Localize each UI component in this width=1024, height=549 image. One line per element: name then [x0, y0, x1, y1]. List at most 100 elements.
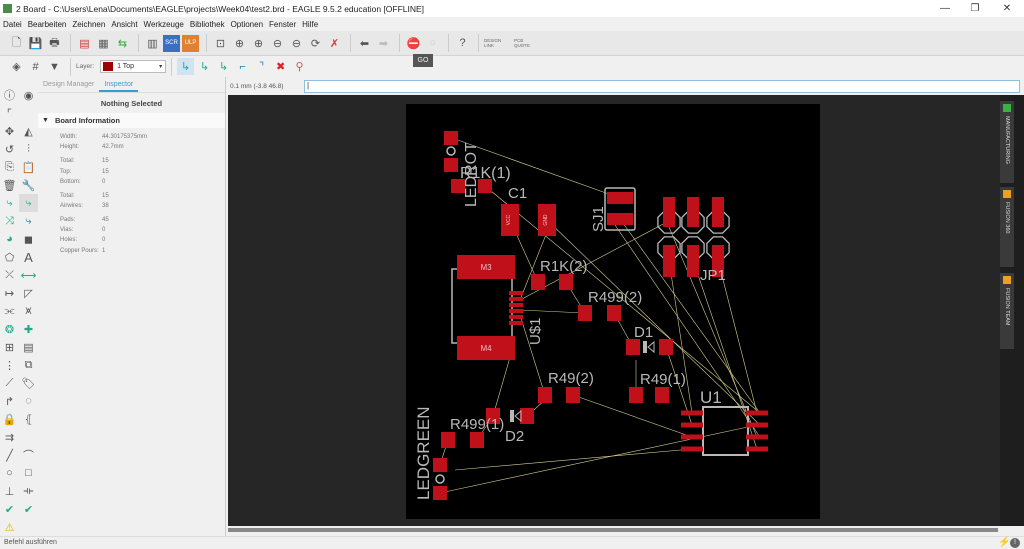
cancel-icon[interactable]: ✗ — [326, 35, 343, 52]
mirror-icon[interactable]: ◭ — [19, 122, 38, 140]
smash-icon[interactable]: ⋮ — [0, 356, 19, 374]
line-icon[interactable]: ╱ — [0, 446, 19, 464]
meander-icon[interactable]: ⫘ — [0, 302, 19, 320]
add-icon[interactable]: ✚ — [19, 320, 38, 338]
align-icon[interactable]: ⫶ — [19, 140, 38, 158]
design-link-button[interactable]: DESIGN LINK — [484, 38, 508, 48]
tab-design-manager[interactable]: Design Manager — [38, 77, 99, 92]
close-button[interactable]: ✕ — [992, 0, 1022, 17]
wire-bend-icon[interactable]: ↳ — [177, 58, 195, 75]
autorouter-icon[interactable]: ◕ — [0, 230, 19, 248]
replace-icon[interactable]: ⊞ — [0, 338, 19, 356]
arc-tool-icon[interactable]: ↦ — [0, 284, 19, 302]
delete-icon[interactable]: ✖ — [272, 58, 289, 75]
measure-icon[interactable]: ⟛ — [19, 482, 38, 500]
menu-hilfe[interactable]: Hilfe — [302, 20, 318, 29]
length-icon[interactable]: ⩙ — [19, 302, 38, 320]
menu-ansicht[interactable]: Ansicht — [111, 20, 137, 29]
arc-icon[interactable]: ⌒ — [19, 446, 38, 464]
save-icon[interactable]: 💾 — [27, 35, 44, 52]
info-icon[interactable]: ⓘ — [0, 86, 19, 104]
dimension-icon[interactable]: ⊥ — [0, 482, 19, 500]
route-diff-icon[interactable]: ↱ — [0, 392, 19, 410]
board-canvas[interactable]: VCC GND M3 M4 LEDROT R1K(1) C1 SJ1 JP1 R1K(2) U$1 R… — [228, 95, 1000, 526]
circle-icon[interactable]: ○ — [0, 464, 19, 482]
wire-bend3-icon[interactable]: ↳ — [215, 58, 232, 75]
tab-inspector[interactable]: Inspector — [99, 77, 139, 92]
scr-icon[interactable]: SCR — [163, 34, 180, 52]
show-icon[interactable]: ◉ — [19, 86, 38, 104]
minimize-button[interactable]: — — [930, 0, 960, 17]
copy-icon[interactable]: ⎘ — [0, 158, 19, 176]
group-icon[interactable]: ❂ — [0, 320, 19, 338]
zoom-in-icon[interactable]: ⊕ — [231, 35, 248, 52]
split-icon[interactable]: ⤨ — [0, 212, 19, 230]
optimize-icon[interactable]: ⤷ — [19, 212, 38, 230]
rectangle-icon[interactable]: □ — [19, 464, 38, 482]
erc-icon[interactable]: ✔ — [19, 500, 38, 518]
undo-icon[interactable]: ⬅ — [356, 35, 373, 52]
redraw-icon[interactable]: ⟳ — [307, 35, 324, 52]
zoom-select-icon[interactable]: ⊖ — [288, 35, 305, 52]
mark-icon[interactable]: ⌜ — [0, 104, 19, 122]
layer-settings-icon[interactable]: ◈ — [8, 58, 25, 75]
menu-optionen[interactable]: Optionen — [231, 20, 263, 29]
menu-bearbeiten[interactable]: Bearbeiten — [28, 20, 67, 29]
maximize-button[interactable]: ❐ — [960, 0, 990, 17]
text-icon[interactable]: A — [19, 248, 38, 266]
go-icon[interactable]: ○ — [424, 35, 441, 52]
info-status-icon[interactable]: ! — [1010, 538, 1020, 548]
paste-icon[interactable]: 📋 — [19, 158, 38, 176]
change-icon[interactable]: ▤ — [19, 338, 38, 356]
attribute-icon[interactable]: ⇉ — [0, 428, 19, 446]
wire-bend5-icon[interactable]: ⌝ — [253, 58, 270, 75]
warning-icon[interactable]: ⚠ — [0, 518, 19, 536]
wire-tool-icon[interactable]: ⟷ — [19, 266, 38, 284]
grid-icon[interactable]: # — [27, 58, 44, 75]
menu-bibliothek[interactable]: Bibliothek — [190, 20, 225, 29]
horizontal-scrollbar[interactable] — [228, 528, 998, 532]
bracket-icon[interactable]: ⦃ — [19, 410, 38, 428]
schematic-icon[interactable]: ▦ — [95, 35, 112, 52]
ulp-icon[interactable]: ULP — [182, 34, 199, 52]
redo-icon[interactable]: ➡ — [375, 35, 392, 52]
polygon-icon[interactable]: ⬠ — [0, 248, 19, 266]
ripup-icon[interactable]: ⤷ — [19, 194, 38, 212]
filter-icon[interactable]: ▼ — [46, 58, 63, 75]
name-icon[interactable]: ⧉ — [19, 356, 38, 374]
wire-bend4-icon[interactable]: ⌐ — [234, 58, 251, 75]
ratsnest-icon[interactable]: ⟋ — [0, 374, 19, 392]
tab-fusion-team[interactable]: FUSION TEAM — [1000, 273, 1014, 349]
rotate-icon[interactable]: ↺ — [0, 140, 19, 158]
delete-tool-icon[interactable]: 🗑 — [0, 176, 19, 194]
zoom-fit-icon[interactable]: ⊡ — [212, 35, 229, 52]
via-icon[interactable]: ◼ — [19, 230, 38, 248]
tag-icon[interactable]: 🏷 — [19, 374, 38, 392]
lock-icon[interactable]: 🔒 — [0, 410, 19, 428]
menu-zeichnen[interactable]: Zeichnen — [72, 20, 105, 29]
pcb-drawing[interactable]: VCC GNDM3M4LEDROTR1K(1)C1SJ1JP1R1K(2)U$1R… — [228, 95, 1000, 526]
cam-icon[interactable]: ▤ — [76, 35, 93, 52]
open-icon[interactable]: 🗋 — [8, 35, 25, 52]
board-switch-icon[interactable]: ⇆ — [114, 35, 131, 52]
move-icon[interactable]: ✥ — [0, 122, 19, 140]
route-icon[interactable]: ⚲ — [291, 58, 308, 75]
help-icon[interactable]: ? — [454, 35, 471, 52]
signal-icon[interactable]: ⤫ — [0, 266, 19, 284]
menu-werkzeuge[interactable]: Werkzeuge — [144, 20, 184, 29]
drc-icon[interactable]: ✔ — [0, 500, 19, 518]
miter-icon[interactable]: ◸ — [19, 284, 38, 302]
zoom-in2-icon[interactable]: ⊕ — [250, 35, 267, 52]
layer-select[interactable]: 1 Top ▾ — [100, 60, 167, 73]
zoom-out-icon[interactable]: ⊖ — [269, 35, 286, 52]
pcb-quote-button[interactable]: PCB QUOTE — [514, 38, 536, 48]
ring-icon[interactable]: ◌ — [19, 392, 38, 410]
wire-bend2-icon[interactable]: ↳ — [196, 58, 213, 75]
print-icon[interactable]: 🖶 — [46, 35, 63, 52]
tab-manufacturing[interactable]: MANUFACTURING — [1000, 101, 1014, 183]
layers-icon[interactable]: ▥ — [144, 35, 161, 52]
route-tool-icon[interactable]: ⤷ — [0, 194, 19, 212]
board-information-header[interactable]: ▼ Board Information — [38, 113, 225, 128]
menu-datei[interactable]: Datei — [3, 20, 22, 29]
tab-fusion-360[interactable]: FUSION 360 — [1000, 187, 1014, 267]
